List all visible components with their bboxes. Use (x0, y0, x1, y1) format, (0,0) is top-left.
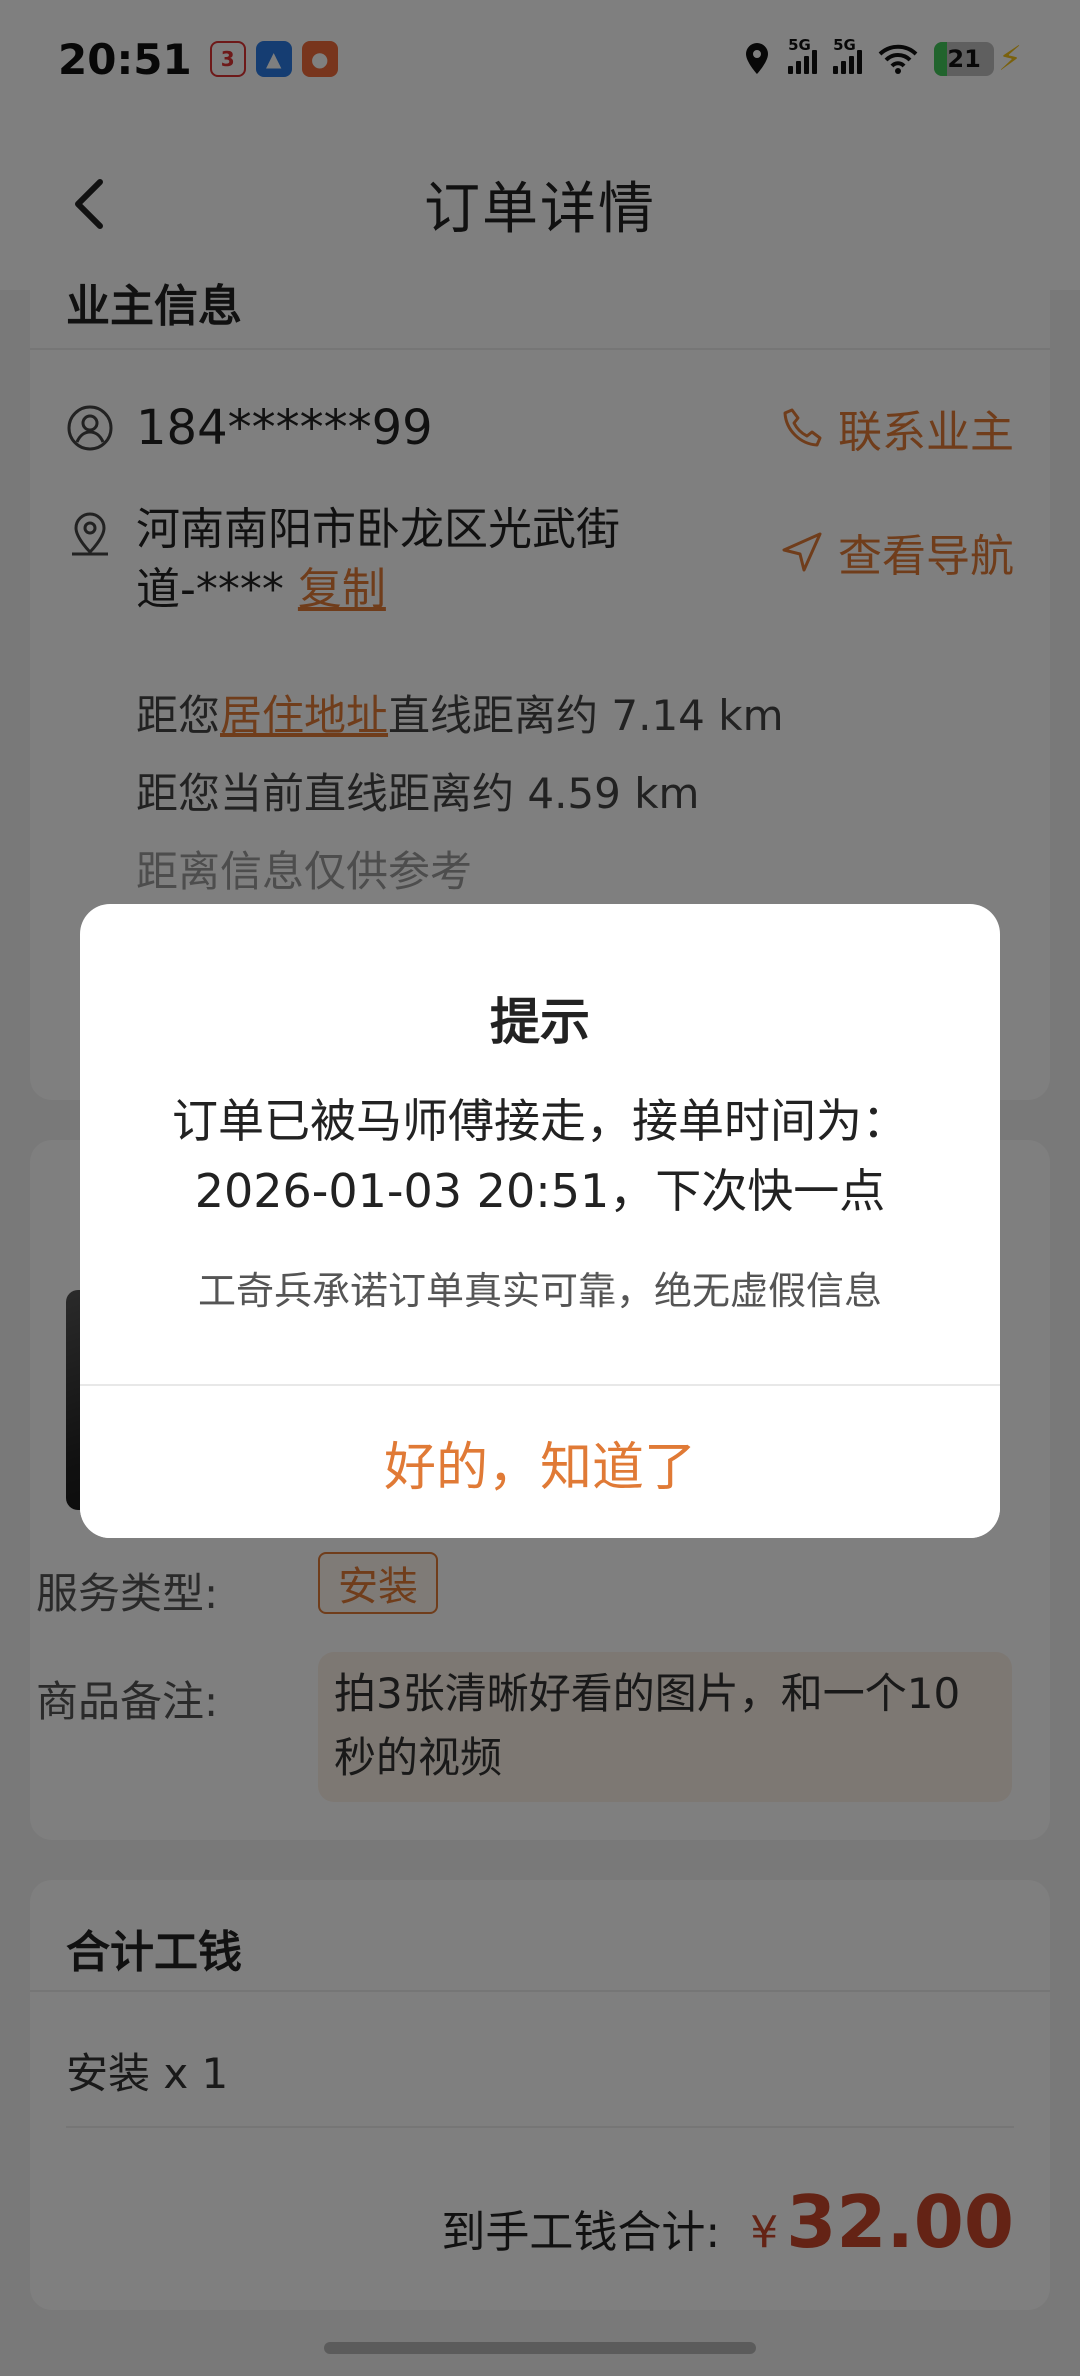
dialog-confirm-button[interactable]: 好的，知道了 (80, 1386, 1000, 1538)
notice-dialog: 提示 订单已被马师傅接走，接单时间为：2026-01-03 20:51，下次快一… (80, 904, 1000, 1538)
dialog-subtext: 工奇兵承诺订单真实可靠，绝无虚假信息 (197, 1269, 882, 1313)
order-detail-page: 20:51 3 ▲ ● 5G 5G 21 ⚡ (0, 0, 1080, 2376)
dialog-title: 提示 (490, 993, 590, 1051)
dialog-message: 订单已被马师傅接走，接单时间为：2026-01-03 20:51，下次快一点 (172, 1094, 908, 1218)
